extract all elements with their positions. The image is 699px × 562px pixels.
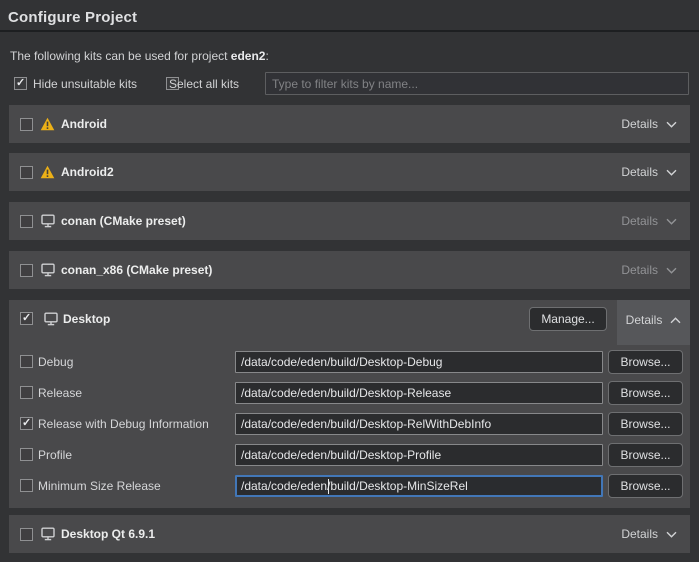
details-label: Details xyxy=(621,165,658,179)
intro-suffix: : xyxy=(265,49,268,63)
details-toggle: Details xyxy=(621,214,690,228)
kit-panel-desktop: Desktop Manage... Details Debug Browse..… xyxy=(9,300,690,508)
chevron-down-icon xyxy=(666,121,677,128)
kit-checkbox[interactable] xyxy=(20,312,33,325)
details-toggle[interactable]: Details xyxy=(621,527,690,541)
select-all-label[interactable]: Select all kits xyxy=(169,77,239,91)
build-config-checkbox[interactable] xyxy=(20,355,33,368)
browse-button[interactable]: Browse... xyxy=(608,443,683,467)
build-config-checkbox[interactable] xyxy=(20,417,33,430)
details-label: Details xyxy=(621,263,658,277)
chevron-down-icon xyxy=(666,267,677,274)
kit-row-android[interactable]: Android Details xyxy=(9,105,690,143)
text-caret xyxy=(328,479,329,494)
hide-unsuitable-checkbox[interactable] xyxy=(14,77,27,90)
manage-button-label: Manage... xyxy=(541,312,594,326)
build-config-label: Debug xyxy=(38,355,73,369)
build-dir-input[interactable] xyxy=(235,444,603,466)
details-label: Details xyxy=(621,214,658,228)
build-dir-input[interactable] xyxy=(235,413,603,435)
kit-row-android2[interactable]: Android2 Details xyxy=(9,153,690,191)
details-toggle-expanded[interactable]: Details xyxy=(617,300,690,345)
desktop-icon xyxy=(39,213,56,230)
hide-unsuitable-label[interactable]: Hide unsuitable kits xyxy=(33,77,137,91)
browse-button-label: Browse... xyxy=(620,479,670,493)
warning-icon xyxy=(39,164,56,181)
build-config-label: Release xyxy=(38,386,82,400)
manage-kits-button[interactable]: Manage... xyxy=(529,307,607,331)
kit-row-conan-x86[interactable]: conan_x86 (CMake preset) Details xyxy=(9,251,690,289)
desktop-icon xyxy=(39,526,56,543)
kit-filter-input[interactable] xyxy=(265,72,689,95)
browse-button-label: Browse... xyxy=(620,417,670,431)
build-config-checkbox[interactable] xyxy=(20,448,33,461)
chevron-up-icon xyxy=(670,317,681,324)
build-dir-input[interactable] xyxy=(235,351,603,373)
desktop-icon xyxy=(42,310,59,327)
build-config-label: Release with Debug Information xyxy=(38,417,209,431)
kit-name: conan_x86 (CMake preset) xyxy=(61,263,212,277)
details-toggle[interactable]: Details xyxy=(621,117,690,131)
build-config-label: Minimum Size Release xyxy=(38,479,161,493)
project-name: eden2 xyxy=(231,49,266,63)
intro-prefix: The following kits can be used for proje… xyxy=(10,49,231,63)
build-dir-input-focused[interactable] xyxy=(235,475,603,497)
build-dir-input[interactable] xyxy=(235,382,603,404)
kit-checkbox[interactable] xyxy=(20,528,33,541)
kit-checkbox[interactable] xyxy=(20,118,33,131)
kit-name: Android2 xyxy=(61,165,114,179)
build-config-checkbox[interactable] xyxy=(20,386,33,399)
browse-button[interactable]: Browse... xyxy=(608,474,683,498)
desktop-icon xyxy=(39,262,56,279)
build-config-row-release: Release Browse... xyxy=(9,382,690,406)
kit-name: Desktop xyxy=(63,312,110,326)
browse-button[interactable]: Browse... xyxy=(608,412,683,436)
kit-name: conan (CMake preset) xyxy=(61,214,186,228)
build-config-row-relwithdebinfo: Release with Debug Information Browse... xyxy=(9,413,690,437)
browse-button-label: Browse... xyxy=(620,386,670,400)
build-config-checkbox[interactable] xyxy=(20,479,33,492)
details-toggle: Details xyxy=(621,263,690,277)
browse-button-label: Browse... xyxy=(620,448,670,462)
chevron-down-icon xyxy=(666,218,677,225)
kit-checkbox[interactable] xyxy=(20,215,33,228)
details-toggle[interactable]: Details xyxy=(621,165,690,179)
kit-row-desktop-qt[interactable]: Desktop Qt 6.9.1 Details xyxy=(9,515,690,553)
kit-name: Android xyxy=(61,117,107,131)
chevron-down-icon xyxy=(666,169,677,176)
warning-icon xyxy=(39,116,56,133)
browse-button[interactable]: Browse... xyxy=(608,350,683,374)
build-config-row-debug: Debug Browse... xyxy=(9,351,690,375)
kit-name: Desktop Qt 6.9.1 xyxy=(61,527,155,541)
kit-checkbox[interactable] xyxy=(20,166,33,179)
kit-row-conan[interactable]: conan (CMake preset) Details xyxy=(9,202,690,240)
build-config-label: Profile xyxy=(38,448,72,462)
details-label: Details xyxy=(621,117,658,131)
details-label: Details xyxy=(621,527,658,541)
page-title: Configure Project xyxy=(8,9,137,26)
title-divider xyxy=(0,30,699,32)
details-label: Details xyxy=(626,313,663,327)
kit-checkbox[interactable] xyxy=(20,264,33,277)
build-config-row-profile: Profile Browse... xyxy=(9,444,690,468)
browse-button[interactable]: Browse... xyxy=(608,381,683,405)
chevron-down-icon xyxy=(666,531,677,538)
intro-text: The following kits can be used for proje… xyxy=(10,49,269,63)
configure-project-page: Configure Project The following kits can… xyxy=(0,0,699,562)
build-config-row-minsizerel: Minimum Size Release Browse... xyxy=(9,475,690,499)
browse-button-label: Browse... xyxy=(620,355,670,369)
